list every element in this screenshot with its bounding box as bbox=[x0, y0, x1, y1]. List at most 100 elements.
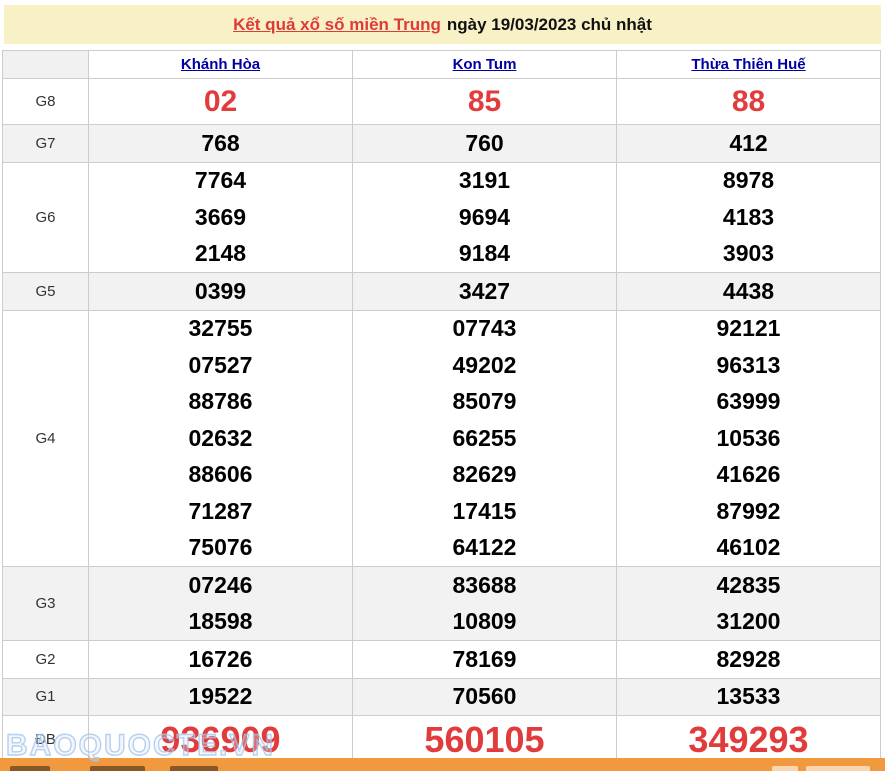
prize-values-cell: 768 bbox=[88, 124, 353, 163]
prize-number: 18598 bbox=[188, 608, 253, 635]
prize-values-cell: 83688 10809 bbox=[352, 566, 617, 641]
prize-number: 78169 bbox=[452, 645, 517, 672]
column-header-1: Khánh Hòa bbox=[88, 50, 353, 79]
prize-number: 16726 bbox=[188, 645, 253, 672]
prize-number: 07743 bbox=[452, 315, 517, 342]
prize-number: 412 bbox=[729, 129, 768, 156]
prize-label: G3 bbox=[2, 566, 89, 641]
prize-number: 02 bbox=[203, 84, 238, 118]
prize-number: 70560 bbox=[452, 683, 517, 710]
prize-number: 71287 bbox=[188, 497, 253, 524]
results-table: Khánh Hòa Kon Tum Thừa Thiên Huế G8 02 85 88 G… bbox=[2, 50, 881, 764]
prize-row-G8: G8 02 85 88 bbox=[2, 78, 881, 125]
prize-number: 75076 bbox=[188, 534, 253, 561]
province-link[interactable]: Khánh Hòa bbox=[181, 56, 260, 73]
prize-values-cell: 349293 bbox=[616, 715, 881, 764]
prize-row-ĐB: ĐB 936909 560105 349293 bbox=[2, 715, 881, 764]
prize-values-cell: 0399 bbox=[88, 272, 353, 311]
prize-values-cell: 7764 3669 2148 bbox=[88, 161, 353, 273]
prize-number: 349293 bbox=[688, 718, 809, 760]
prize-values-cell: 936909 bbox=[88, 715, 353, 764]
province-link[interactable]: Kon Tum bbox=[453, 56, 517, 73]
prize-number: 9694 bbox=[458, 203, 511, 230]
prize-values-cell: 4438 bbox=[616, 272, 881, 311]
prize-number: 66255 bbox=[452, 424, 517, 451]
prize-number: 17415 bbox=[452, 497, 517, 524]
prize-number: 8978 bbox=[722, 167, 775, 194]
prize-number: 7764 bbox=[194, 167, 247, 194]
prize-row-G7: G7 768 760 412 bbox=[2, 124, 881, 163]
prize-values-cell: 78169 bbox=[352, 640, 617, 679]
prize-values-cell: 760 bbox=[352, 124, 617, 163]
prize-number: 85079 bbox=[452, 388, 517, 415]
prize-values-cell: 16726 bbox=[88, 640, 353, 679]
prize-number: 31200 bbox=[716, 608, 781, 635]
column-header-2: Kon Tum bbox=[352, 50, 617, 79]
prize-values-cell: 88 bbox=[616, 78, 881, 125]
prize-label: G5 bbox=[2, 272, 89, 311]
prize-number: 49202 bbox=[452, 351, 517, 378]
prize-values-cell: 82928 bbox=[616, 640, 881, 679]
prize-number: 32755 bbox=[188, 315, 253, 342]
region-title-link[interactable]: Kết quả xổ số miền Trung bbox=[233, 15, 441, 35]
prize-values-cell: 85 bbox=[352, 78, 617, 125]
prize-number: 87992 bbox=[716, 497, 781, 524]
prize-number: 4438 bbox=[722, 277, 775, 304]
title-date-text: ngày 19/03/2023 chủ nhật bbox=[446, 14, 652, 34]
prize-number: 64122 bbox=[452, 534, 517, 561]
prize-number: 9184 bbox=[458, 240, 511, 267]
prize-number: 88606 bbox=[188, 461, 253, 488]
prize-number: 560105 bbox=[424, 718, 545, 760]
clipped-text-fragment bbox=[170, 766, 218, 771]
prize-number: 88 bbox=[731, 84, 766, 118]
prize-label: G6 bbox=[2, 161, 89, 273]
prize-values-cell: 42835 31200 bbox=[616, 566, 881, 641]
prize-number: 19522 bbox=[188, 683, 253, 710]
prize-row-G5: G5 0399 3427 4438 bbox=[2, 272, 881, 311]
prize-values-cell: 92121 96313 63999 10536 41626 87992 46102 bbox=[616, 309, 881, 567]
prize-number: 42835 bbox=[716, 571, 781, 598]
prize-row-G3: G3 07246 18598 83688 10809 42835 31200 bbox=[2, 566, 881, 641]
prize-label: G4 bbox=[2, 309, 89, 567]
prize-number: 82629 bbox=[452, 461, 517, 488]
prize-values-cell: 8978 4183 3903 bbox=[616, 161, 881, 273]
bottom-bar bbox=[0, 758, 885, 771]
prize-values-cell: 07246 18598 bbox=[88, 566, 353, 641]
clipped-text-fragment bbox=[90, 766, 145, 771]
prize-number: 07527 bbox=[188, 351, 253, 378]
lottery-results-page: Kết quả xổ số miền Trung ngày 19/03/2023… bbox=[0, 0, 885, 771]
prize-label: G1 bbox=[2, 677, 89, 716]
title-banner: Kết quả xổ số miền Trung ngày 19/03/2023… bbox=[4, 5, 881, 44]
prize-number: 46102 bbox=[716, 534, 781, 561]
prize-values-cell: 560105 bbox=[352, 715, 617, 764]
results-tbody: G8 02 85 88 G7 768 760 412 G6 7764 3669 2148 3191 969… bbox=[2, 78, 881, 764]
prize-number: 3903 bbox=[722, 240, 775, 267]
prize-values-cell: 13533 bbox=[616, 677, 881, 716]
prize-number: 96313 bbox=[716, 351, 781, 378]
prize-number: 936909 bbox=[160, 718, 281, 760]
prize-number: 768 bbox=[201, 129, 240, 156]
prize-number: 63999 bbox=[716, 388, 781, 415]
prize-number: 4183 bbox=[722, 203, 775, 230]
prize-number: 02632 bbox=[188, 424, 253, 451]
prize-number: 82928 bbox=[716, 645, 781, 672]
prize-number: 88786 bbox=[188, 388, 253, 415]
corner-cell bbox=[2, 50, 89, 79]
prize-number: 13533 bbox=[716, 683, 781, 710]
prize-number: 3427 bbox=[458, 277, 511, 304]
prize-number: 83688 bbox=[452, 571, 517, 598]
prize-label: ĐB bbox=[2, 715, 89, 764]
prize-number: 92121 bbox=[716, 315, 781, 342]
prize-row-G4: G4 32755 07527 88786 02632 88606 71287 75076 077… bbox=[2, 309, 881, 567]
prize-number: 85 bbox=[467, 84, 502, 118]
prize-values-cell: 3191 9694 9184 bbox=[352, 161, 617, 273]
province-link[interactable]: Thừa Thiên Huế bbox=[691, 56, 805, 73]
prize-label: G7 bbox=[2, 124, 89, 163]
column-header-3: Thừa Thiên Huế bbox=[616, 50, 881, 79]
prize-number: 41626 bbox=[716, 461, 781, 488]
prize-number: 07246 bbox=[188, 571, 253, 598]
clipped-logo-fragment bbox=[806, 766, 870, 771]
prize-values-cell: 32755 07527 88786 02632 88606 71287 75076 bbox=[88, 309, 353, 567]
prize-values-cell: 02 bbox=[88, 78, 353, 125]
prize-values-cell: 3427 bbox=[352, 272, 617, 311]
